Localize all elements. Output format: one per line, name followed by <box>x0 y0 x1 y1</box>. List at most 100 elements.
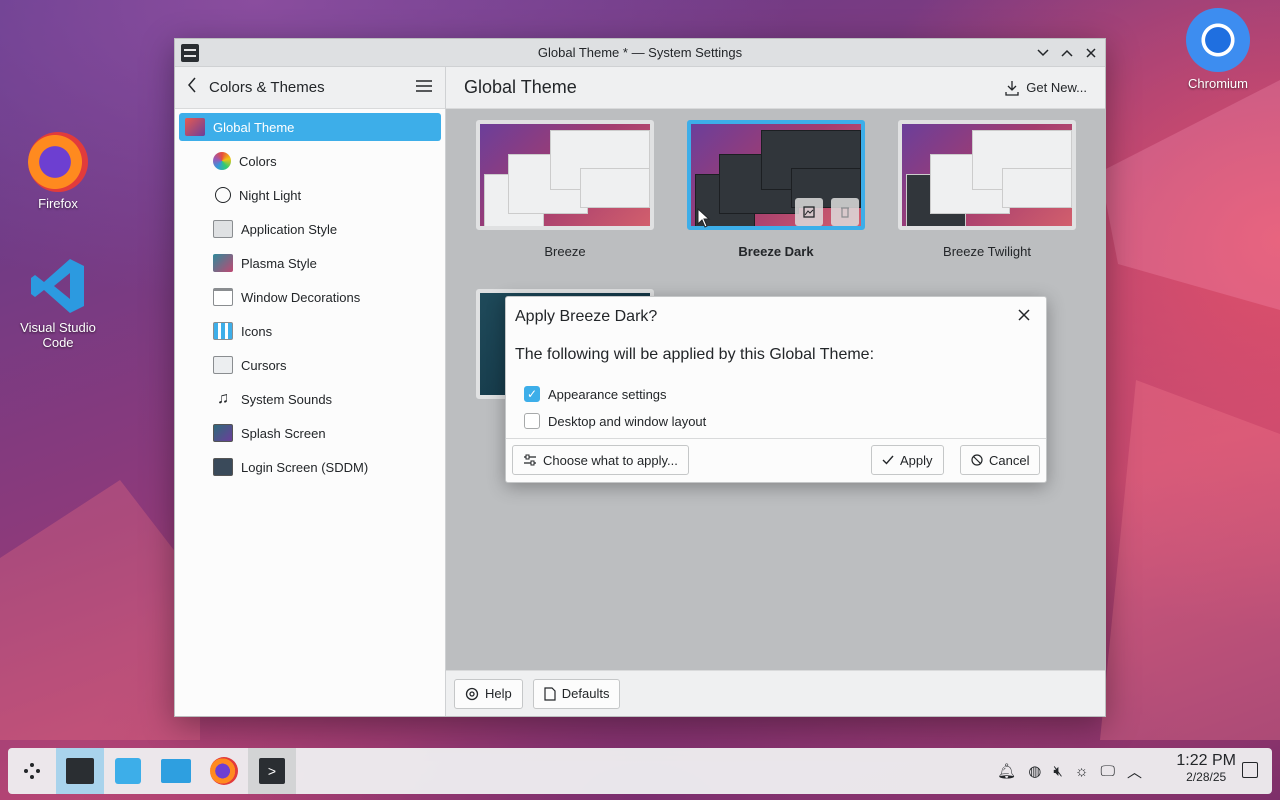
taskbar-system-settings[interactable] <box>56 748 104 794</box>
chromium-icon <box>1186 8 1250 72</box>
system-settings-icon <box>66 758 94 784</box>
content-footer: Help Defaults <box>446 670 1105 716</box>
sidebar-item-login-screen[interactable]: Login Screen (SDDM) <box>175 450 445 484</box>
defaults-button[interactable]: Defaults <box>532 678 621 709</box>
network-icon[interactable]: ◍ <box>1028 762 1041 780</box>
chevron-left-icon <box>188 77 196 93</box>
close-window-button[interactable] <box>1081 43 1101 63</box>
colors-icon <box>213 152 231 170</box>
theme-card-breeze[interactable]: Breeze <box>476 120 654 259</box>
taskbar: > 🔔︎ ◍ 🔇︎ ☼ 🖵︎ ︿ 1:22 PM 2/28/25 <box>8 748 1272 794</box>
global-theme-icon <box>185 118 205 136</box>
sidebar-item-label: Plasma Style <box>241 255 317 271</box>
desktop-icon-chromium[interactable]: Chromium <box>1168 8 1268 91</box>
login-screen-icon <box>213 458 233 476</box>
window-decorations-icon <box>213 288 233 306</box>
taskbar-konsole[interactable]: > <box>248 748 296 794</box>
theme-preview <box>898 120 1076 230</box>
taskbar-discover[interactable] <box>104 748 152 794</box>
chevron-up-icon[interactable]: ︿ <box>1127 761 1142 782</box>
option-desktop-layout[interactable]: Desktop and window layout <box>524 413 706 429</box>
desktop-icon-vscode[interactable]: Visual Studio Code <box>8 256 108 350</box>
plasma-style-icon <box>213 254 233 272</box>
digital-clock[interactable]: 1:22 PM 2/28/25 <box>1176 752 1236 784</box>
cancel-icon <box>971 454 983 466</box>
icons-icon <box>213 322 233 340</box>
maximize-button[interactable] <box>1057 43 1077 63</box>
cancel-label: Cancel <box>989 452 1030 468</box>
document-icon <box>544 686 556 701</box>
option-label: Appearance settings <box>548 386 667 402</box>
sidebar-header: Colors & Themes <box>175 67 445 109</box>
volume-muted-icon[interactable]: 🔇︎ <box>1053 763 1062 780</box>
sidebar-item-label: Application Style <box>241 221 338 237</box>
dialog-close-button[interactable] <box>1018 305 1030 326</box>
hamburger-icon <box>416 80 432 92</box>
desktop-layout-checkbox[interactable] <box>524 413 540 429</box>
theme-card-breeze-dark[interactable]: Breeze Dark <box>687 120 865 259</box>
terminal-icon: > <box>259 758 285 784</box>
sidebar-item-icons[interactable]: Icons <box>175 314 445 348</box>
cancel-button[interactable]: Cancel <box>960 445 1041 475</box>
vscode-icon <box>28 256 88 316</box>
close-icon <box>1018 309 1030 321</box>
splash-screen-icon <box>213 424 233 442</box>
window-title: Global Theme * — System Settings <box>537 45 743 60</box>
content-header: Global Theme Get New... <box>446 67 1105 109</box>
taskbar-firefox[interactable] <box>200 748 248 794</box>
dialog-title: Apply Breeze Dark? <box>515 308 658 325</box>
sidebar-item-application-style[interactable]: Application Style <box>175 212 445 246</box>
application-launcher-button[interactable] <box>8 748 56 794</box>
download-icon <box>1005 80 1019 96</box>
launcher-icon <box>24 763 40 779</box>
sidebar-item-cursors[interactable]: Cursors <box>175 348 445 382</box>
help-button[interactable]: Help <box>454 678 523 709</box>
sidebar: Colors & Themes Global Theme Colors Nigh… <box>175 67 446 716</box>
system-settings-icon <box>181 44 199 62</box>
sidebar-item-label: Splash Screen <box>241 425 326 441</box>
wallpaper-shape <box>1100 380 1280 740</box>
taskbar-dolphin[interactable] <box>152 748 200 794</box>
sidebar-item-label: Cursors <box>241 357 287 373</box>
sidebar-item-splash-screen[interactable]: Splash Screen <box>175 416 445 450</box>
minimize-button[interactable] <box>1033 43 1053 63</box>
delete-button[interactable] <box>831 198 859 226</box>
theme-preview <box>476 120 654 230</box>
apply-button[interactable]: Apply <box>871 445 944 475</box>
desktop-icon-label: Firefox <box>38 196 78 211</box>
sidebar-item-night-light[interactable]: Night Light <box>175 178 445 212</box>
hamburger-menu-button[interactable] <box>415 77 433 98</box>
notifications-icon[interactable]: 🔔︎ <box>997 762 1016 780</box>
apply-label: Apply <box>900 452 933 468</box>
get-new-button[interactable]: Get New... <box>1004 80 1087 96</box>
option-label: Desktop and window layout <box>548 413 707 429</box>
choose-what-to-apply-button[interactable]: Choose what to apply... <box>512 445 689 475</box>
sliders-icon <box>524 454 536 466</box>
sidebar-item-global-theme[interactable]: Global Theme <box>179 113 441 141</box>
sidebar-item-window-decorations[interactable]: Window Decorations <box>175 280 445 314</box>
sidebar-item-label: Icons <box>241 323 273 339</box>
sidebar-item-label: Global Theme <box>213 119 295 135</box>
discover-icon <box>115 758 141 784</box>
display-icon[interactable]: 🖵︎ <box>1101 763 1115 780</box>
desktop-icon-firefox[interactable]: Firefox <box>8 132 108 211</box>
sidebar-item-colors[interactable]: Colors <box>175 144 445 178</box>
appearance-settings-checkbox[interactable]: ✓ <box>524 386 540 402</box>
desktop-icon-label: Chromium <box>1188 76 1248 91</box>
back-button[interactable] <box>187 77 205 98</box>
desktop-icon-label: Visual Studio Code <box>20 320 96 350</box>
sidebar-item-system-sounds[interactable]: ♫ System Sounds <box>175 382 445 416</box>
wallpaper-shape <box>1100 80 1280 310</box>
window-titlebar[interactable]: Global Theme * — System Settings <box>175 39 1105 67</box>
theme-card-breeze-twilight[interactable]: Breeze Twilight <box>898 120 1076 259</box>
preview-button[interactable] <box>795 198 823 226</box>
breadcrumb: Colors & Themes <box>209 79 325 96</box>
chevron-down-icon <box>1037 49 1049 57</box>
clock-time: 1:22 PM <box>1176 752 1236 769</box>
show-desktop-button[interactable] <box>1242 762 1258 778</box>
option-appearance-settings[interactable]: ✓ Appearance settings <box>524 386 667 402</box>
close-icon <box>1086 48 1096 58</box>
firefox-icon <box>210 757 238 785</box>
sidebar-item-plasma-style[interactable]: Plasma Style <box>175 246 445 280</box>
brightness-icon[interactable]: ☼ <box>1075 763 1089 780</box>
